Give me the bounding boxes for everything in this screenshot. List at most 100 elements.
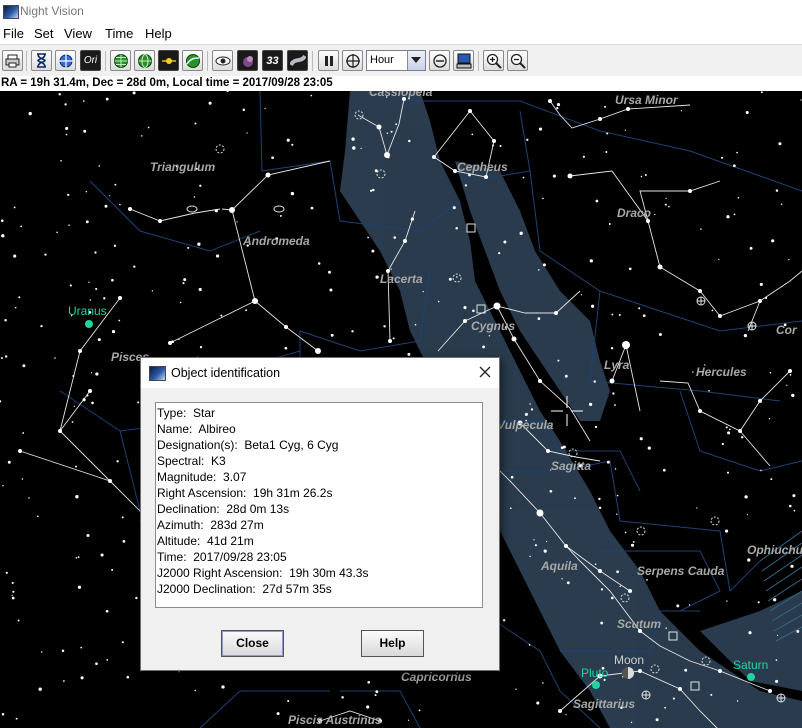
menu-help[interactable]: Help — [145, 26, 172, 41]
star[interactable] — [688, 189, 692, 193]
target-button[interactable] — [342, 50, 363, 71]
star[interactable] — [698, 289, 702, 293]
star[interactable] — [118, 296, 122, 300]
galaxy-marker — [273, 205, 285, 213]
star — [775, 659, 778, 661]
star — [743, 333, 748, 338]
galaxy-globe-button[interactable] — [182, 50, 203, 71]
star[interactable] — [536, 509, 544, 517]
pause-button[interactable] — [318, 50, 339, 71]
menu-file[interactable]: File — [3, 26, 24, 41]
star[interactable] — [511, 336, 517, 342]
star[interactable] — [788, 369, 792, 373]
star — [75, 557, 78, 559]
star[interactable] — [758, 399, 762, 403]
star[interactable] — [58, 429, 62, 433]
star[interactable] — [388, 339, 392, 343]
star[interactable] — [678, 687, 682, 691]
nebula-button[interactable] — [237, 50, 258, 71]
minus-circle-button[interactable] — [429, 50, 450, 71]
milky-way-button[interactable] — [287, 50, 308, 71]
star[interactable] — [128, 207, 132, 211]
time-step-select[interactable]: Hour — [366, 50, 426, 71]
star[interactable] — [738, 429, 742, 433]
computer-button[interactable] — [453, 50, 474, 71]
menu-set[interactable]: Set — [34, 26, 54, 41]
star — [276, 712, 280, 716]
zoom-in-button[interactable] — [483, 50, 504, 71]
star — [286, 138, 290, 142]
star[interactable] — [403, 239, 407, 243]
star[interactable] — [493, 302, 501, 310]
star — [464, 184, 468, 187]
close-icon[interactable] — [477, 364, 493, 380]
star[interactable] — [698, 409, 702, 413]
star[interactable] — [622, 341, 630, 349]
star[interactable] — [598, 117, 602, 121]
uranus-marker[interactable] — [85, 320, 93, 328]
star — [122, 540, 126, 543]
star — [271, 156, 274, 160]
star[interactable] — [158, 219, 162, 223]
star[interactable] — [628, 589, 632, 593]
star — [94, 251, 97, 254]
star — [725, 426, 728, 429]
star — [561, 578, 563, 580]
star — [564, 374, 568, 378]
star[interactable] — [564, 544, 568, 548]
star[interactable] — [554, 311, 558, 315]
eye-button[interactable] — [212, 50, 233, 71]
star[interactable] — [657, 264, 663, 270]
zoom-out-button[interactable] — [507, 50, 528, 71]
star[interactable] — [492, 139, 496, 143]
star[interactable] — [567, 173, 573, 179]
star[interactable] — [18, 449, 22, 453]
hourglass-button[interactable] — [31, 50, 52, 71]
star[interactable] — [538, 379, 542, 383]
star[interactable] — [609, 378, 615, 384]
app-icon — [149, 366, 166, 381]
ecliptic-button[interactable] — [158, 50, 179, 71]
star[interactable] — [548, 99, 552, 103]
star[interactable] — [718, 669, 722, 673]
star[interactable] — [265, 172, 271, 178]
menu-time[interactable]: Time — [105, 26, 133, 41]
star[interactable] — [758, 299, 762, 303]
chevron-down-icon[interactable] — [407, 51, 425, 70]
star[interactable] — [546, 449, 550, 453]
toolbar-separator — [312, 51, 313, 71]
print-button[interactable] — [2, 50, 23, 71]
star[interactable] — [315, 348, 321, 354]
star[interactable] — [598, 569, 602, 573]
star — [85, 190, 88, 193]
star[interactable] — [78, 349, 82, 353]
star — [519, 231, 523, 235]
star[interactable] — [463, 319, 467, 323]
help-button[interactable]: Help — [361, 630, 424, 657]
star[interactable] — [252, 298, 258, 304]
star[interactable] — [768, 689, 772, 693]
star[interactable] — [626, 107, 630, 111]
saturn-marker[interactable] — [747, 673, 755, 681]
star — [65, 133, 68, 136]
star[interactable] — [558, 709, 562, 713]
star[interactable] — [229, 207, 235, 213]
star[interactable] — [718, 314, 722, 318]
globe-grid-button[interactable] — [110, 50, 131, 71]
menu-view[interactable]: View — [64, 26, 92, 41]
ori-button[interactable]: Ori — [80, 50, 101, 71]
pluto-marker[interactable] — [592, 681, 600, 689]
globe-lines-button[interactable] — [134, 50, 155, 71]
messier-33-button[interactable]: 33 — [262, 50, 283, 71]
star[interactable] — [376, 124, 382, 130]
star[interactable] — [88, 389, 92, 393]
star[interactable] — [432, 155, 436, 159]
star[interactable] — [484, 175, 488, 179]
star — [179, 301, 182, 304]
compass-button[interactable] — [55, 50, 76, 71]
star[interactable] — [284, 325, 288, 329]
star[interactable] — [468, 109, 472, 113]
close-button[interactable]: Close — [221, 630, 284, 657]
star[interactable] — [638, 669, 642, 673]
star[interactable] — [108, 479, 112, 483]
